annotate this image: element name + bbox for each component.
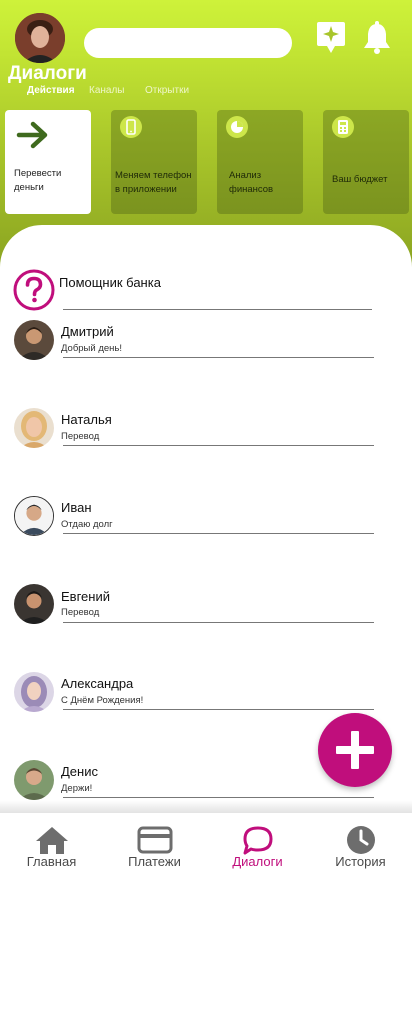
avatar <box>14 672 54 712</box>
bell-icon[interactable] <box>361 20 393 56</box>
app: Диалоги Действия Каналы Открытки Перевес… <box>0 0 412 1035</box>
search-input[interactable] <box>84 28 292 58</box>
row-divider <box>63 622 374 623</box>
tab-actions[interactable]: Действия <box>27 85 75 96</box>
avatar <box>14 760 54 800</box>
nav-item-dialogs[interactable]: Диалоги <box>206 813 309 877</box>
chat-icon <box>243 826 272 855</box>
action-card-phone[interactable]: Меняем телефон в приложении <box>111 110 197 214</box>
card-label: Перевести деньги <box>14 168 62 193</box>
row-divider <box>63 445 374 446</box>
contact-name: Иван <box>61 500 92 515</box>
contact-name: Александра <box>61 676 134 691</box>
list-item[interactable]: Дмитрий Добрый день! <box>0 318 412 364</box>
list-item[interactable]: Наталья Перевод <box>0 406 412 452</box>
tab-postcards[interactable]: Открытки <box>145 85 189 96</box>
last-message: Держи! <box>61 783 93 794</box>
assistant-name: Помощник банка <box>59 275 161 290</box>
tab-channels[interactable]: Каналы <box>89 85 125 96</box>
row-divider <box>63 309 372 310</box>
last-message: Перевод <box>61 607 100 618</box>
last-message: Добрый день! <box>61 343 122 354</box>
row-divider <box>63 533 374 534</box>
list-item[interactable]: Александра С Днём Рождения! <box>0 671 412 717</box>
assistant-row[interactable]: Помощник банка <box>0 268 412 312</box>
avatar <box>14 408 54 448</box>
contact-name: Наталья <box>61 412 112 427</box>
bottom-nav: Главная Платежи Диалоги История <box>0 813 412 877</box>
phone-icon <box>120 116 142 138</box>
list-item[interactable]: Евгений Перевод <box>0 583 412 629</box>
avatar <box>14 584 54 624</box>
contact-name: Евгений <box>61 589 110 604</box>
question-icon <box>13 269 55 311</box>
action-card-transfer[interactable]: Перевести деньги <box>5 110 91 214</box>
contact-name: Дмитрий <box>61 324 114 339</box>
nav-label: История <box>335 854 386 869</box>
nav-item-home[interactable]: Главная <box>0 813 103 877</box>
card-label: Ваш бюджет <box>332 174 388 185</box>
last-message: Отдаю долг <box>61 519 113 530</box>
action-card-analysis[interactable]: Анализ финансов <box>217 110 303 214</box>
home-icon <box>35 827 68 854</box>
last-message: С Днём Рождения! <box>61 695 144 706</box>
nav-shadow <box>0 800 412 814</box>
pie-chart-icon <box>226 116 248 138</box>
nav-label: Диалоги <box>232 854 283 869</box>
row-divider <box>63 709 374 710</box>
card-label: Анализ финансов <box>229 170 274 195</box>
new-dialog-button[interactable] <box>318 713 392 787</box>
sparkle-chat-icon[interactable] <box>315 20 347 56</box>
avatar <box>14 496 54 536</box>
nav-item-history[interactable]: История <box>309 813 412 877</box>
contact-name: Денис <box>61 764 98 779</box>
nav-item-payments[interactable]: Платежи <box>103 813 206 877</box>
arrow-right-icon <box>16 121 48 149</box>
avatar <box>14 320 54 360</box>
card-label: Меняем телефон в приложении <box>115 170 192 195</box>
card-icon <box>137 826 172 854</box>
last-message: Перевод <box>61 431 100 442</box>
clock-icon <box>346 826 375 854</box>
calculator-icon <box>332 116 354 138</box>
profile-avatar[interactable] <box>15 13 65 63</box>
page-title: Диалоги <box>8 63 87 84</box>
row-divider <box>63 797 374 798</box>
list-item[interactable]: Иван Отдаю долг <box>0 494 412 540</box>
action-card-budget[interactable]: Ваш бюджет <box>323 110 409 214</box>
nav-label: Платежи <box>128 854 181 869</box>
plus-icon <box>336 731 374 769</box>
row-divider <box>63 357 374 358</box>
nav-label: Главная <box>26 854 77 869</box>
